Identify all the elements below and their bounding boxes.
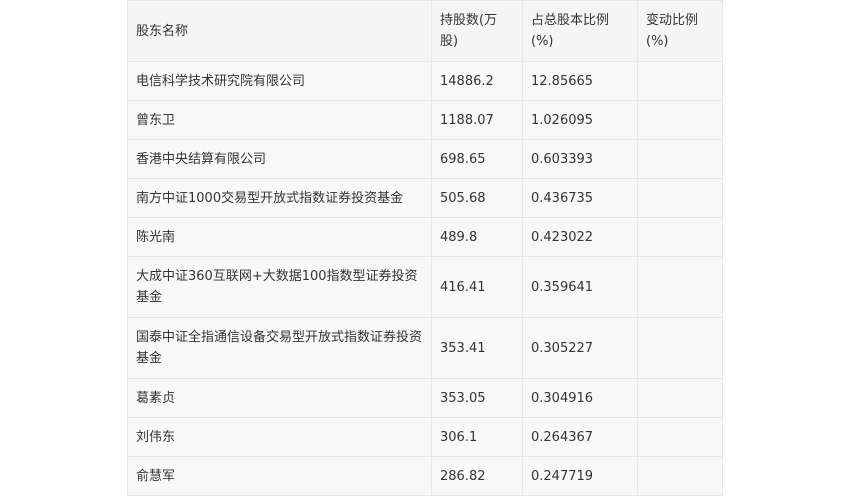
cell-ratio: 0.305227 (522, 317, 638, 379)
cell-name: 陈光南 (127, 217, 432, 257)
cell-ratio: 0.304916 (522, 378, 638, 418)
cell-ratio: 12.85665 (522, 61, 638, 101)
table-row: 南方中证1000交易型开放式指数证券投资基金 505.68 0.436735 (127, 178, 723, 218)
cell-name: 曾东卫 (127, 100, 432, 140)
cell-name: 葛素贞 (127, 378, 432, 418)
cell-shares: 306.1 (431, 417, 523, 457)
shareholder-table-container: 股东名称 持股数(万股) 占总股本比例(%) 变动比例(%) 电信科学技术研究院… (127, 0, 723, 496)
cell-ratio: 1.026095 (522, 100, 638, 140)
table-row: 曾东卫 1188.07 1.026095 (127, 100, 723, 140)
cell-name: 俞慧军 (127, 456, 432, 496)
table-row: 电信科学技术研究院有限公司 14886.2 12.85665 (127, 61, 723, 101)
table-row: 俞慧军 286.82 0.247719 (127, 456, 723, 496)
table-row: 葛素贞 353.05 0.304916 (127, 378, 723, 418)
cell-change (637, 256, 723, 318)
cell-ratio: 0.264367 (522, 417, 638, 457)
shareholder-table: 股东名称 持股数(万股) 占总股本比例(%) 变动比例(%) 电信科学技术研究院… (127, 0, 723, 496)
cell-name: 香港中央结算有限公司 (127, 139, 432, 179)
table-row: 陈光南 489.8 0.423022 (127, 217, 723, 257)
cell-change (637, 100, 723, 140)
cell-change (637, 139, 723, 179)
cell-ratio: 0.247719 (522, 456, 638, 496)
cell-shares: 353.05 (431, 378, 523, 418)
cell-ratio: 0.436735 (522, 178, 638, 218)
table-row: 刘伟东 306.1 0.264367 (127, 417, 723, 457)
header-ratio: 占总股本比例(%) (522, 0, 638, 62)
cell-ratio: 0.423022 (522, 217, 638, 257)
cell-shares: 353.41 (431, 317, 523, 379)
cell-shares: 1188.07 (431, 100, 523, 140)
cell-change (637, 61, 723, 101)
header-shares: 持股数(万股) (431, 0, 523, 62)
cell-ratio: 0.603393 (522, 139, 638, 179)
cell-change (637, 456, 723, 496)
cell-shares: 286.82 (431, 456, 523, 496)
cell-change (637, 178, 723, 218)
cell-change (637, 417, 723, 457)
header-change: 变动比例(%) (637, 0, 723, 62)
table-header-row: 股东名称 持股数(万股) 占总股本比例(%) 变动比例(%) (127, 0, 723, 62)
cell-shares: 698.65 (431, 139, 523, 179)
cell-name: 刘伟东 (127, 417, 432, 457)
cell-shares: 14886.2 (431, 61, 523, 101)
cell-change (637, 217, 723, 257)
cell-name: 国泰中证全指通信设备交易型开放式指数证券投资基金 (127, 317, 432, 379)
cell-name: 电信科学技术研究院有限公司 (127, 61, 432, 101)
cell-ratio: 0.359641 (522, 256, 638, 318)
cell-shares: 416.41 (431, 256, 523, 318)
cell-name: 南方中证1000交易型开放式指数证券投资基金 (127, 178, 432, 218)
table-row: 香港中央结算有限公司 698.65 0.603393 (127, 139, 723, 179)
header-shareholder-name: 股东名称 (127, 0, 432, 62)
cell-shares: 505.68 (431, 178, 523, 218)
table-row: 国泰中证全指通信设备交易型开放式指数证券投资基金 353.41 0.305227 (127, 317, 723, 379)
cell-change (637, 378, 723, 418)
cell-shares: 489.8 (431, 217, 523, 257)
cell-name: 大成中证360互联网+大数据100指数型证券投资基金 (127, 256, 432, 318)
table-row: 大成中证360互联网+大数据100指数型证券投资基金 416.41 0.3596… (127, 256, 723, 318)
cell-change (637, 317, 723, 379)
